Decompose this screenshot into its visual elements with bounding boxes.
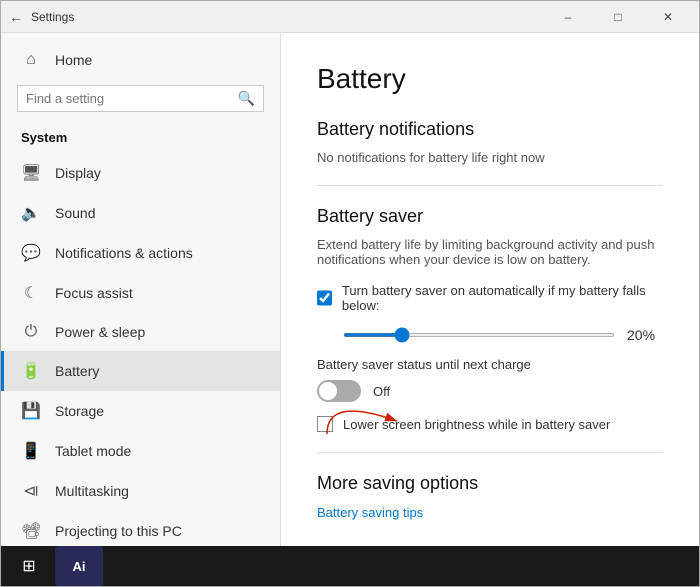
notifications-icon: 💬 [21,243,41,263]
focus-icon: ☾ [21,283,41,303]
sidebar-item-focus[interactable]: ☾ Focus assist [1,273,280,313]
search-box: 🔍 [17,85,264,112]
battery-slider-row: 20% [317,327,663,343]
sidebar-item-projecting[interactable]: 📽 Projecting to this PC [1,511,280,546]
brightness-container: Lower screen brightness while in battery… [317,416,663,432]
tablet-icon: 📱 [21,441,41,461]
sidebar-item-label: Projecting to this PC [55,523,182,539]
search-icon[interactable]: 🔍 [238,90,255,107]
sidebar-item-display[interactable]: 🖥 Display [1,153,280,193]
home-label: Home [55,52,92,68]
toggle-slider [317,380,361,402]
battery-toggle-row: Off [317,380,663,402]
brightness-row: Lower screen brightness while in battery… [317,416,663,432]
divider-1 [317,185,663,186]
sidebar-item-label: Storage [55,403,104,419]
sidebar-item-sound[interactable]: 🔈 Sound [1,193,280,233]
titlebar-title: Settings [31,10,74,24]
sidebar-item-home[interactable]: ⌂ Home [1,41,280,79]
sidebar-item-label: Sound [55,205,95,221]
power-icon: ⏻ [21,323,41,341]
battery-toggle[interactable] [317,380,361,402]
ai-button[interactable]: Ai [55,546,103,586]
back-icon[interactable]: ← [9,9,23,25]
sidebar-item-label: Multitasking [55,483,129,499]
sidebar-item-storage[interactable]: 💾 Storage [1,391,280,431]
battery-slider[interactable] [343,333,615,337]
settings-window: ← Settings – □ ✕ ⌂ Home 🔍 System [0,0,700,587]
brightness-label: Lower screen brightness while in battery… [343,417,610,432]
brightness-checkbox[interactable] [317,416,333,432]
display-icon: 🖥 [21,163,41,183]
storage-icon: 💾 [21,401,41,421]
sidebar-item-tablet[interactable]: 📱 Tablet mode [1,431,280,471]
sidebar-item-power[interactable]: ⏻ Power & sleep [1,313,280,351]
minimize-button[interactable]: – [545,1,591,33]
titlebar-controls: – □ ✕ [545,1,691,33]
battery-tips-link[interactable]: Battery saving tips [317,505,423,520]
auto-saver-row: Turn battery saver on automatically if m… [317,283,663,313]
sidebar-item-label: Focus assist [55,285,133,301]
multitasking-icon: ⧏ [21,481,41,501]
content-area: ⌂ Home 🔍 System 🖥 Display 🔈 Sound � [1,33,699,546]
sidebar-item-label: Tablet mode [55,443,131,459]
sound-icon: 🔈 [21,203,41,223]
sidebar-item-label: Notifications & actions [55,245,193,261]
start-button[interactable]: ⊞ [5,546,53,586]
slider-value-label: 20% [627,327,663,343]
battery-saver-desc: Extend battery life by limiting backgrou… [317,237,663,267]
taskbar: ⊞ Ai [1,546,699,586]
sidebar-nav: ⌂ Home 🔍 System 🖥 Display 🔈 Sound � [1,33,280,546]
page-title: Battery [317,63,663,95]
sidebar-item-label: Display [55,165,101,181]
battery-saver-title: Battery saver [317,206,663,227]
search-input[interactable] [26,91,238,106]
notifications-section-desc: No notifications for battery life right … [317,150,663,165]
home-icon: ⌂ [21,51,41,69]
sidebar: ⌂ Home 🔍 System 🖥 Display 🔈 Sound � [1,33,281,546]
close-button[interactable]: ✕ [645,1,691,33]
auto-saver-label: Turn battery saver on automatically if m… [342,283,663,313]
sidebar-item-multitasking[interactable]: ⧏ Multitasking [1,471,280,511]
sidebar-item-notifications[interactable]: 💬 Notifications & actions [1,233,280,273]
battery-status-label: Battery saver status until next charge [317,357,663,372]
more-options-title: More saving options [317,473,663,494]
projecting-icon: 📽 [21,521,41,541]
sidebar-item-label: Power & sleep [55,324,145,340]
auto-saver-checkbox[interactable] [317,290,332,306]
titlebar-left: ← Settings [9,9,74,25]
titlebar: ← Settings – □ ✕ [1,1,699,33]
toggle-status-label: Off [373,384,390,399]
battery-icon: 🔋 [21,361,41,381]
sidebar-item-label: Battery [55,363,99,379]
maximize-button[interactable]: □ [595,1,641,33]
sidebar-item-battery[interactable]: 🔋 Battery [1,351,280,391]
notifications-section-title: Battery notifications [317,119,663,140]
main-panel: Battery Battery notifications No notific… [281,33,699,546]
sidebar-section-label: System [1,124,280,153]
divider-2 [317,452,663,453]
